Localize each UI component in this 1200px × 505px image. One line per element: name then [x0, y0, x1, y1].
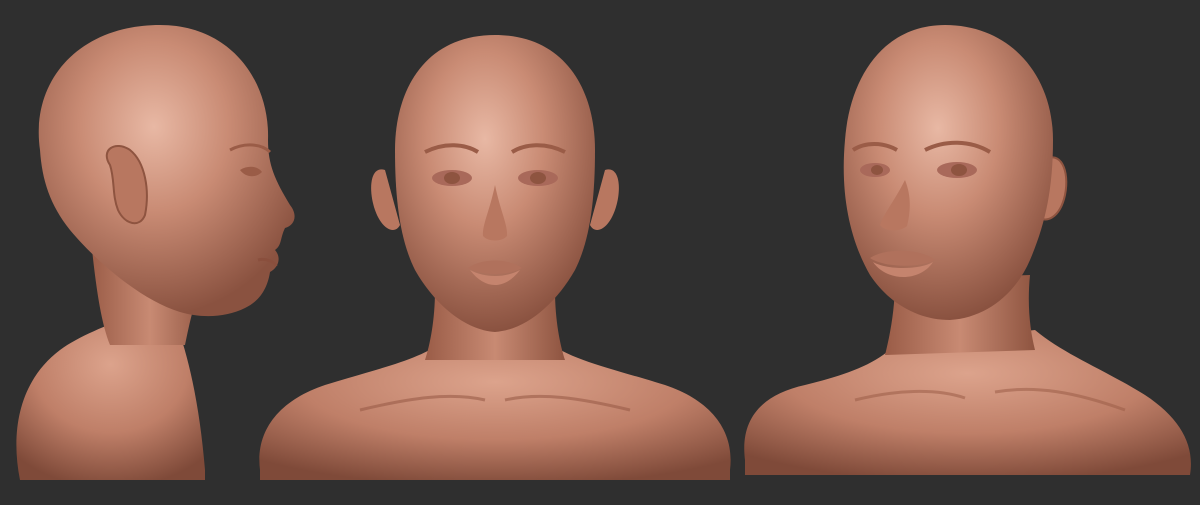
- front-head: [395, 35, 595, 332]
- front-view-bust: [250, 0, 740, 505]
- front-iris-left: [444, 172, 460, 184]
- three-quarter-bust-shape: [744, 25, 1191, 475]
- three-quarter-iris-right: [951, 164, 967, 176]
- three-quarter-iris-left: [871, 165, 883, 175]
- render-canvas: [0, 0, 1200, 505]
- three-quarter-bust: [735, 0, 1200, 505]
- front-iris-right: [530, 172, 546, 184]
- front-view-bust-shape: [259, 35, 731, 480]
- front-shoulders: [259, 340, 731, 480]
